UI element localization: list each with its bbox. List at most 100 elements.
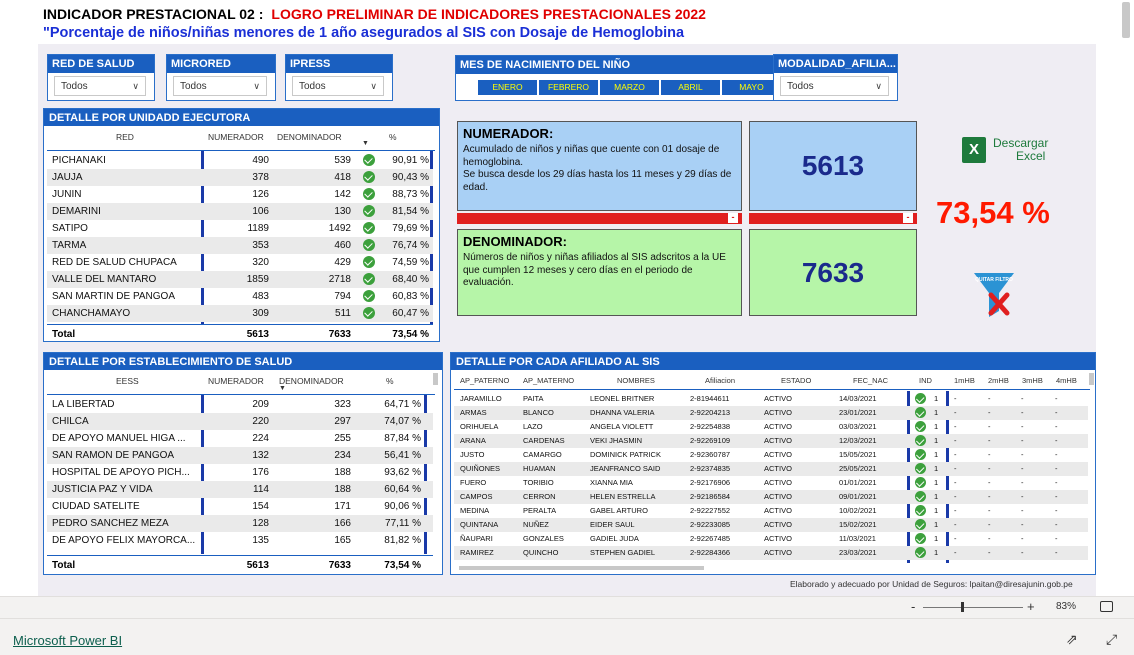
table-row[interactable]: CAMPOS CERRON HELEN ESTRELLA 2-92186584 ACTI…	[454, 490, 1088, 504]
month-button-abril[interactable]: ABRIL	[661, 80, 720, 95]
sort-desc-icon[interactable]: ▼	[279, 385, 286, 392]
column-header[interactable]: NOMBRES	[617, 376, 655, 385]
sort-desc-icon[interactable]: ▼	[362, 140, 369, 147]
column-header[interactable]: NUMERADOR	[208, 376, 264, 386]
table-row[interactable]: CIUDAD SATELITE 154 171 90,06 %	[47, 498, 433, 515]
table-row[interactable]: PEDRO SANCHEZ MEZA 128 166 77,11 %	[47, 515, 433, 532]
table-row[interactable]: SAN MARTIN DE PANGOA 483 794 60,83 %	[47, 288, 433, 305]
column-header[interactable]: IND	[919, 376, 932, 385]
slicer-red-de-salud[interactable]: RED DE SALUD Todos ∨	[47, 54, 155, 101]
table-cell: -	[954, 422, 957, 431]
table-row[interactable]: RAMIREZ QUINCHO STEPHEN GADIEL 2-92284366 AC…	[454, 546, 1088, 560]
clear-filter-button[interactable]: QUITAR FILTRO	[971, 271, 1017, 321]
table-row[interactable]: TARMA 353 460 76,74 %	[47, 237, 433, 254]
scrollbar[interactable]	[1122, 2, 1130, 38]
table-row[interactable]: QUIÑONES HUAMAN JEANFRANCO SAID 2-92374835 A…	[454, 462, 1088, 476]
share-icon[interactable]: ⇗	[1066, 631, 1078, 648]
slicer-ipress[interactable]: IPRESS Todos ∨	[285, 54, 393, 101]
column-header[interactable]: DENOMINADOR	[277, 132, 342, 142]
scrollbar[interactable]	[459, 566, 704, 570]
check-icon	[915, 505, 926, 516]
table-cell: 2-81944611	[690, 394, 730, 403]
slicer-label: MICRORED	[167, 55, 275, 73]
scrollbar[interactable]	[433, 373, 438, 385]
table-cell: 128	[252, 518, 269, 529]
column-header[interactable]: RED	[116, 132, 134, 142]
column-header[interactable]: FEC_NAC	[853, 376, 888, 385]
column-header[interactable]: DENOMINADOR	[279, 376, 344, 386]
column-header[interactable]: %	[389, 132, 397, 142]
table-row[interactable]: JARAMILLO PAITA LEONEL BRITNER 2-81944611 AC…	[454, 392, 1088, 406]
table-row[interactable]: JUSTICIA PAZ Y VIDA 114 188 60,64 %	[47, 481, 433, 498]
table-row[interactable]: ARANA CARDENAS VEKI JHASMIN 2-92269109 ACTIV…	[454, 434, 1088, 448]
slicer-dropdown[interactable]: Todos ∨	[292, 76, 384, 96]
table-row[interactable]: VALLE DEL MANTARO 1859 2718 68,40 %	[47, 271, 433, 288]
slicer-dropdown[interactable]: Todos ∨	[173, 76, 267, 96]
slicer-value: Todos	[299, 81, 326, 92]
column-header[interactable]: 3mHB	[1022, 376, 1043, 385]
table-row[interactable]: CHILCA 220 297 74,07 %	[47, 413, 433, 430]
table-cell: -	[988, 394, 991, 403]
download-excel-button[interactable]: X Descargar Excel	[962, 135, 1052, 169]
table-row[interactable]: HOSPITAL DE APOYO PICH... 176 188 93,62 %	[47, 464, 433, 481]
slicer-dropdown[interactable]: Todos ∨	[54, 76, 146, 96]
table-row[interactable]: ARMAS BLANCO DHANNA VALERIA 2-92204213 ACTIV…	[454, 406, 1088, 420]
table-row[interactable]: DE APOYO FELIX MAYORCA... 135 165 81,82 %	[47, 532, 433, 549]
table-cell: 93,62 %	[384, 467, 421, 478]
check-icon	[363, 154, 375, 166]
table-row[interactable]: JAUJA 378 418 90,43 %	[47, 169, 433, 186]
total-cell: Total	[52, 329, 76, 340]
column-header[interactable]: AP_MATERNO	[523, 376, 574, 385]
table-row[interactable]: PICHANAKI 490 539 90,91 %	[47, 152, 433, 169]
table-cell: ARMAS	[460, 408, 487, 417]
zoom-slider[interactable]	[923, 607, 1023, 608]
column-header[interactable]: AP_PATERNO	[460, 376, 509, 385]
zoom-in-button[interactable]: +	[1027, 599, 1035, 614]
table-row[interactable]: LA LIBERTAD 209 323 64,71 %	[47, 396, 433, 413]
table-row[interactable]: DE APOYO MANUEL HIGA ... 224 255 87,84 %	[47, 430, 433, 447]
column-header[interactable]: ESTADO	[781, 376, 811, 385]
table-row[interactable]: JUSTO CAMARGO DOMINICK PATRICK 2-92360787 AC…	[454, 448, 1088, 462]
slicer-microred[interactable]: MICRORED Todos ∨	[166, 54, 276, 101]
month-button-marzo[interactable]: MARZO	[600, 80, 659, 95]
month-button-enero[interactable]: ENERO	[478, 80, 537, 95]
table-row[interactable]: JUNIN 126 142 88,73 %	[47, 186, 433, 203]
slicer-modalidad[interactable]: MODALIDAD_AFILIA... Todos ∨	[773, 54, 898, 101]
table-row[interactable]: SATIPO 1189 1492 79,69 %	[47, 220, 433, 237]
table-row[interactable]: RED DE SALUD CHUPACA 320 429 74,59 %	[47, 254, 433, 271]
zoom-out-button[interactable]: -	[911, 599, 915, 614]
fit-to-page-icon[interactable]	[1100, 601, 1113, 612]
column-header[interactable]: EESS	[116, 376, 139, 386]
table-row[interactable]: QUINTANA NUÑEZ EIDER SAUL 2-92233085 ACTIVO 1…	[454, 518, 1088, 532]
scrollbar[interactable]	[1089, 373, 1094, 385]
table-row[interactable]: ORIHUELA LAZO ANGELA VIOLETT 2-92254838 ACTI…	[454, 420, 1088, 434]
zoom-slider-handle[interactable]	[961, 602, 964, 612]
table-row[interactable]: ÑAUPARI GONZALES GADIEL JUDA 2-92267485 ACTI…	[454, 532, 1088, 546]
slicer-dropdown[interactable]: Todos ∨	[780, 76, 889, 96]
table-row[interactable]: MEDINA PERALTA GABEL ARTURO 2-92227552 ACTIV…	[454, 504, 1088, 518]
table-row[interactable]: DEMARINI 106 130 81,54 %	[47, 203, 433, 220]
check-icon	[363, 290, 375, 302]
column-header[interactable]: NUMERADOR	[208, 132, 264, 142]
month-button-febrero[interactable]: FEBRERO	[539, 80, 598, 95]
expand-icon[interactable]: ⤢	[1106, 631, 1117, 648]
table-row[interactable]: FUERO TORIBIO XIANNA MIA 2-92176906 ACTIVO 01…	[454, 476, 1088, 490]
column-header[interactable]: 2mHB	[988, 376, 1009, 385]
column-header[interactable]: Afiliacion	[705, 376, 735, 385]
table-cell: DEMARINI	[52, 206, 101, 217]
table-cell: 2-92204213	[690, 408, 731, 417]
slicer-mes-nacimiento: MES DE NACIMIENTO DEL NIÑO ENERO FEBRERO…	[455, 55, 787, 101]
column-header[interactable]: 4mHB	[1056, 376, 1077, 385]
table-row[interactable]: SAN RAMON DE PANGOA 132 234 56,41 %	[47, 447, 433, 464]
powerbi-link[interactable]: Microsoft Power BI	[13, 633, 122, 648]
column-header[interactable]: 1mHB	[954, 376, 975, 385]
table-cell: -	[1021, 520, 1024, 529]
total-cell: 7633	[328, 560, 351, 571]
table-cell: -	[954, 506, 957, 515]
table-row[interactable]: CHANCHAMAYO 309 511 60,47 %	[47, 305, 433, 322]
table-cell: STEPHEN GADIEL	[590, 548, 656, 557]
table-cell: 79,69 %	[392, 223, 429, 234]
chevron-down-icon: ∨	[370, 81, 377, 91]
total-cell: 5613	[246, 560, 269, 571]
column-header[interactable]: %	[386, 376, 394, 386]
